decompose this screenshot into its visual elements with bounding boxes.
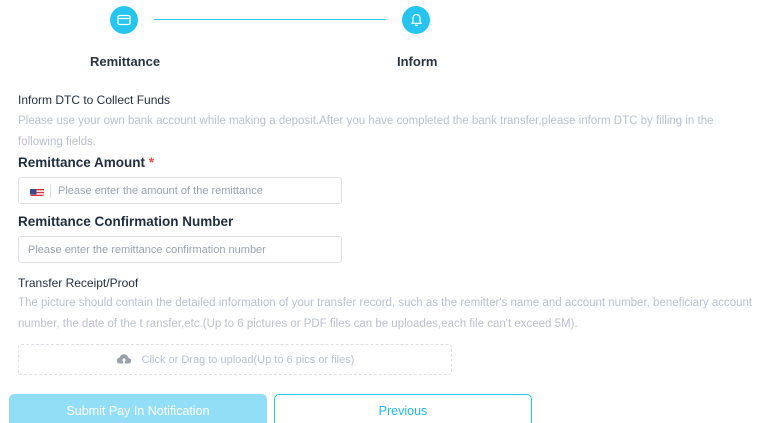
inform-title: Inform DTC to Collect Funds [18, 93, 171, 107]
card-icon [117, 14, 131, 26]
step-inform-circle [402, 6, 430, 34]
remittance-amount-label: Remittance Amount * [18, 155, 154, 170]
upload-text: Click or Drag to upload(Up to 6 pics or … [141, 353, 355, 366]
receipt-description: The picture should contain the detailed … [18, 297, 753, 330]
remittance-amount-label-text: Remittance Amount [18, 155, 146, 170]
bell-icon [410, 13, 422, 27]
step-remittance-circle [110, 6, 138, 34]
step-label-remittance: Remittance [90, 54, 161, 69]
upload-dropzone[interactable]: Click or Drag to upload(Up to 6 pics or … [18, 344, 452, 375]
inform-description: Please use your own bank account while m… [18, 115, 714, 148]
remittance-confirmation-label: Remittance Confirmation Number [18, 214, 234, 229]
receipt-title: Transfer Receipt/Proof [18, 276, 139, 290]
us-flag-icon[interactable] [30, 186, 44, 196]
required-mark: * [148, 155, 155, 170]
remittance-confirmation-field[interactable] [18, 236, 342, 263]
step-connector [154, 19, 386, 20]
submit-pay-in-notification-button[interactable]: Submit Pay In Notification [9, 394, 267, 423]
remittance-amount-input[interactable] [51, 178, 341, 203]
remittance-amount-field[interactable] [18, 177, 342, 204]
upload-cloud-icon [116, 354, 131, 364]
remittance-confirmation-input[interactable] [19, 237, 341, 262]
step-label-inform: Inform [397, 54, 438, 69]
previous-button[interactable]: Previous [274, 394, 532, 423]
stepper: Remittance Inform [0, 0, 780, 80]
